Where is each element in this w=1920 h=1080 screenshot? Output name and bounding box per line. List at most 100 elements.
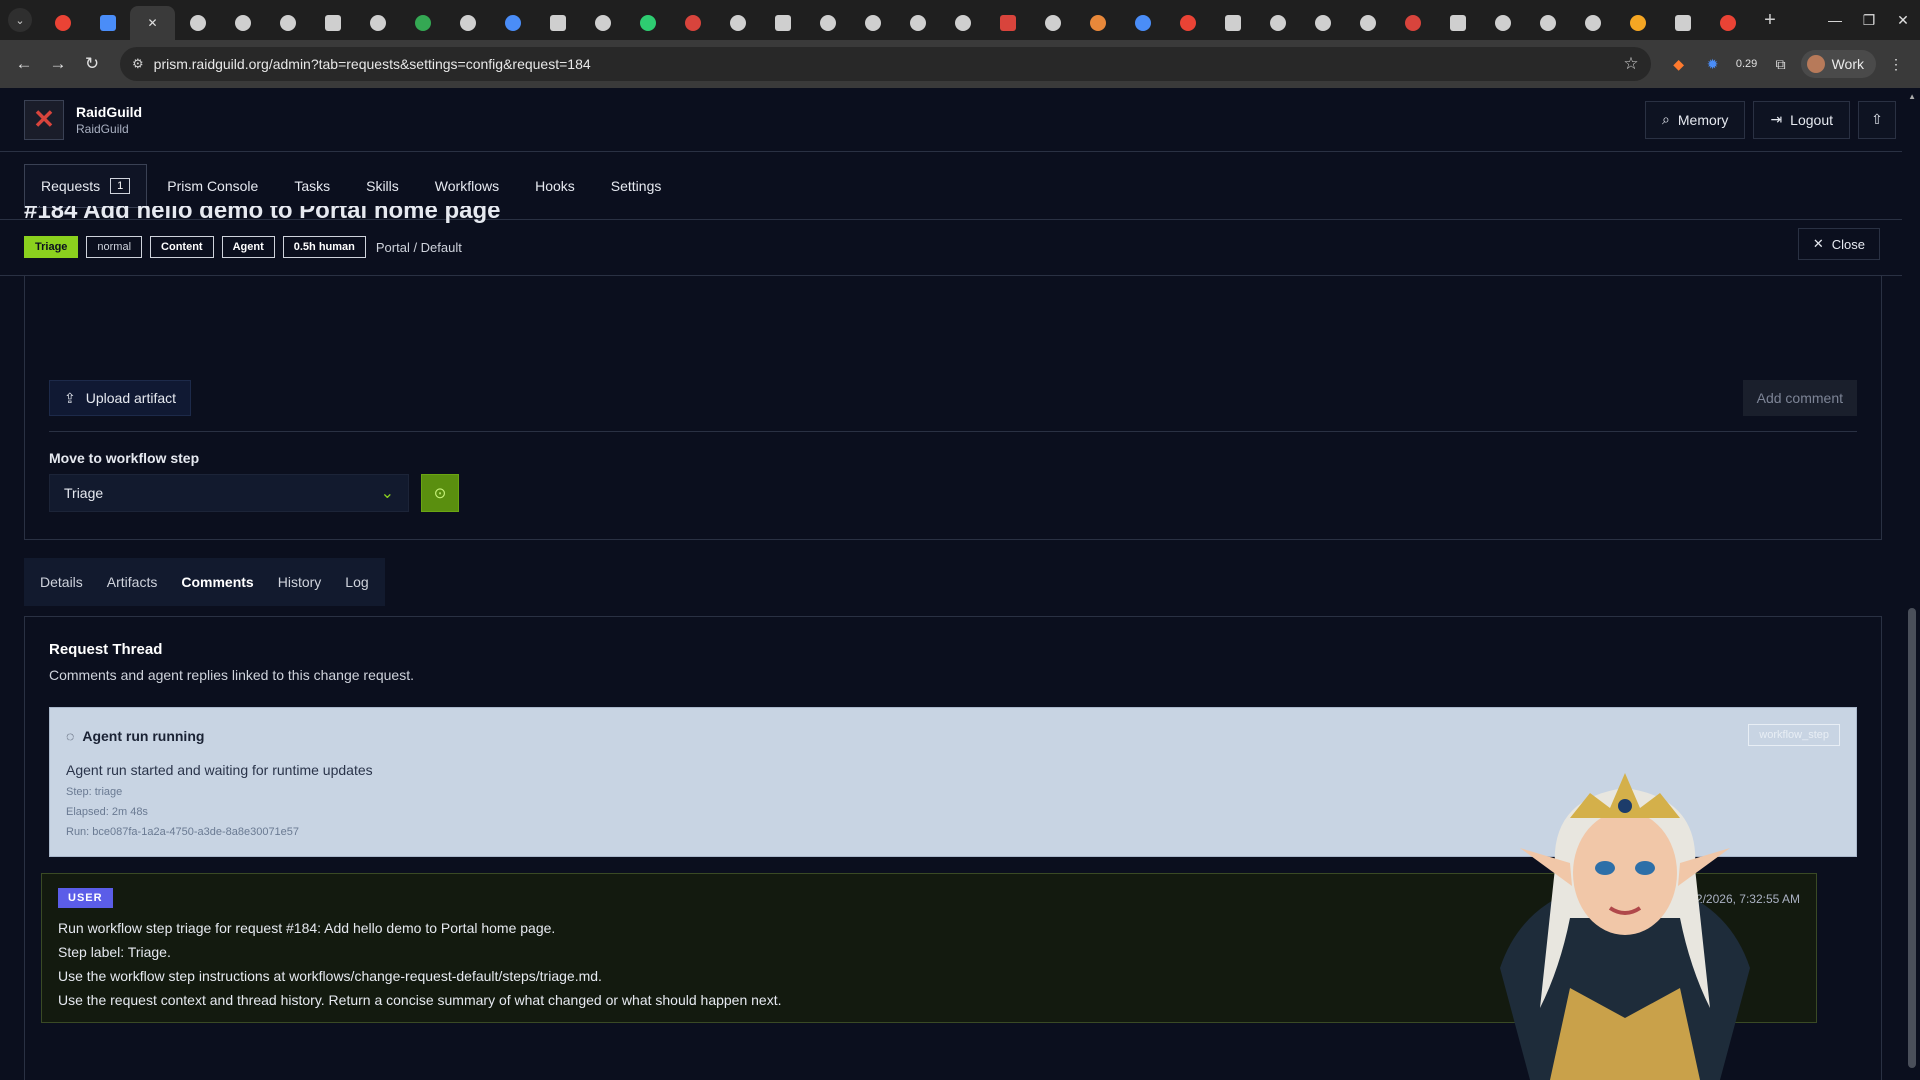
browser-tab[interactable] — [1570, 6, 1615, 40]
browser-tab[interactable] — [1165, 6, 1210, 40]
favicon-icon — [1359, 15, 1376, 31]
browser-tab[interactable] — [1255, 6, 1300, 40]
browser-tab[interactable] — [355, 6, 400, 40]
browser-tab[interactable] — [1075, 6, 1120, 40]
profile-button[interactable]: Work — [1800, 50, 1876, 78]
browser-tab[interactable] — [625, 6, 670, 40]
new-tab-button[interactable]: + — [1756, 9, 1784, 32]
browser-tab[interactable] — [175, 6, 220, 40]
nav-prism-console[interactable]: Prism Console — [151, 164, 274, 208]
browser-tab[interactable] — [1030, 6, 1075, 40]
upload-artifact-button[interactable]: ⇪ Upload artifact — [49, 380, 192, 416]
logout-icon: ⇥ — [1770, 111, 1783, 127]
browser-tab[interactable] — [670, 6, 715, 40]
browser-tab[interactable] — [850, 6, 895, 40]
scroll-up-arrow-icon[interactable]: ▲ — [1908, 92, 1916, 101]
tab-comments[interactable]: Comments — [169, 558, 265, 606]
workflow-step-select[interactable]: Triage ⌄ — [49, 474, 409, 512]
browser-tab[interactable] — [40, 6, 85, 40]
favicon-icon — [1584, 15, 1601, 31]
reload-icon[interactable]: ↻ — [78, 50, 106, 78]
favicon-icon — [774, 15, 791, 31]
back-icon[interactable]: ← — [10, 50, 38, 78]
tab-artifacts[interactable]: Artifacts — [95, 558, 170, 606]
browser-tab[interactable] — [1435, 6, 1480, 40]
logout-button[interactable]: ⇥ Logout — [1753, 100, 1850, 139]
tab-history[interactable]: History — [266, 558, 334, 606]
browser-tab[interactable] — [715, 6, 760, 40]
estimate-badge: 0.5h human — [282, 236, 366, 258]
nav-tasks[interactable]: Tasks — [278, 164, 346, 208]
close-button[interactable]: ✕ Close — [1797, 228, 1880, 260]
nav-skills[interactable]: Skills — [350, 164, 415, 208]
favicon-icon — [1044, 15, 1061, 31]
tab-list: ✕ — [40, 0, 1750, 40]
favicon-icon — [729, 15, 746, 31]
browser-tab[interactable] — [265, 6, 310, 40]
browser-tab[interactable] — [1210, 6, 1255, 40]
address-bar[interactable]: ⚙ prism.raidguild.org/admin?tab=requests… — [120, 47, 1651, 81]
browser-tab[interactable] — [1660, 6, 1705, 40]
browser-tab[interactable] — [1120, 6, 1165, 40]
raidguild-logo[interactable]: ✕ — [24, 99, 64, 140]
elf-avatar-overlay — [1500, 773, 1750, 1080]
restore-icon[interactable]: ❐ — [1852, 0, 1886, 40]
browser-tab[interactable] — [895, 6, 940, 40]
nav-settings[interactable]: Settings — [595, 164, 678, 208]
browser-tab[interactable] — [535, 6, 580, 40]
scroll-thumb[interactable] — [1908, 608, 1916, 1068]
memory-button[interactable]: ⌕ Memory — [1645, 100, 1746, 139]
browser-tab[interactable] — [760, 6, 805, 40]
nav-hooks[interactable]: Hooks — [519, 164, 591, 208]
browser-tab[interactable] — [1525, 6, 1570, 40]
browser-tab[interactable] — [400, 6, 445, 40]
nav-workflows[interactable]: Workflows — [419, 164, 515, 208]
browser-tab[interactable] — [1300, 6, 1345, 40]
tab-search-icon[interactable]: ⌄ — [8, 8, 32, 32]
browser-tab[interactable] — [445, 6, 490, 40]
priority-badge: normal — [86, 236, 143, 258]
search-icon: ⌕ — [1662, 111, 1670, 127]
tab-details[interactable]: Details — [28, 558, 95, 606]
browser-tab[interactable] — [85, 6, 130, 40]
browser-tab[interactable] — [220, 6, 265, 40]
browser-tab[interactable] — [310, 6, 355, 40]
profile-label: Work — [1831, 56, 1864, 72]
browser-tab[interactable] — [1480, 6, 1525, 40]
site-info-icon[interactable]: ⚙ — [132, 56, 144, 72]
browser-tab[interactable] — [490, 6, 535, 40]
browser-tab[interactable] — [1615, 6, 1660, 40]
browser-tab[interactable] — [940, 6, 985, 40]
url-text[interactable]: prism.raidguild.org/admin?tab=requests&s… — [154, 56, 1614, 72]
request-actions-panel: ⇪ Upload artifact Add comment Move to wo… — [24, 264, 1882, 540]
browser-tab[interactable] — [1345, 6, 1390, 40]
close-icon: ✕ — [1812, 236, 1824, 251]
apply-step-button[interactable]: ⊙ — [421, 474, 459, 512]
forward-icon[interactable]: → — [44, 50, 72, 78]
extensions-puzzle-icon[interactable]: ⧉ — [1767, 50, 1795, 78]
run-tag-badge: workflow_step — [1748, 724, 1840, 746]
page-scrollbar[interactable]: ▲ — [1902, 88, 1920, 1080]
tab-log[interactable]: Log — [333, 558, 380, 606]
browser-tab[interactable] — [805, 6, 850, 40]
browser-tab[interactable]: ✕ — [130, 6, 175, 40]
close-label: Close — [1831, 236, 1865, 252]
browser-tab[interactable] — [1705, 6, 1750, 40]
browser-tab[interactable] — [1390, 6, 1435, 40]
favicon-icon — [504, 15, 521, 31]
nav-requests[interactable]: Requests 1 — [24, 163, 148, 208]
theme-toggle-button[interactable]: ⇧ — [1858, 100, 1896, 139]
browser-tab[interactable] — [580, 6, 625, 40]
message-line: Step label: Triage. — [58, 944, 171, 960]
extension-fox-icon[interactable]: ◆ — [1665, 50, 1693, 78]
extension-badge[interactable]: 0.29 — [1733, 50, 1761, 78]
minimize-icon[interactable]: — — [1818, 0, 1852, 40]
user-role-badge: USER — [58, 888, 113, 908]
upload-icon: ⇪ — [64, 389, 76, 406]
extension-gear-icon[interactable]: ✹ — [1699, 50, 1727, 78]
bookmark-star-icon[interactable]: ☆ — [1623, 54, 1638, 74]
browser-menu-icon[interactable]: ⋮ — [1882, 50, 1910, 78]
browser-tab[interactable] — [985, 6, 1030, 40]
add-comment-button[interactable]: Add comment — [1742, 380, 1857, 416]
close-window-icon[interactable]: ✕ — [1886, 0, 1920, 40]
